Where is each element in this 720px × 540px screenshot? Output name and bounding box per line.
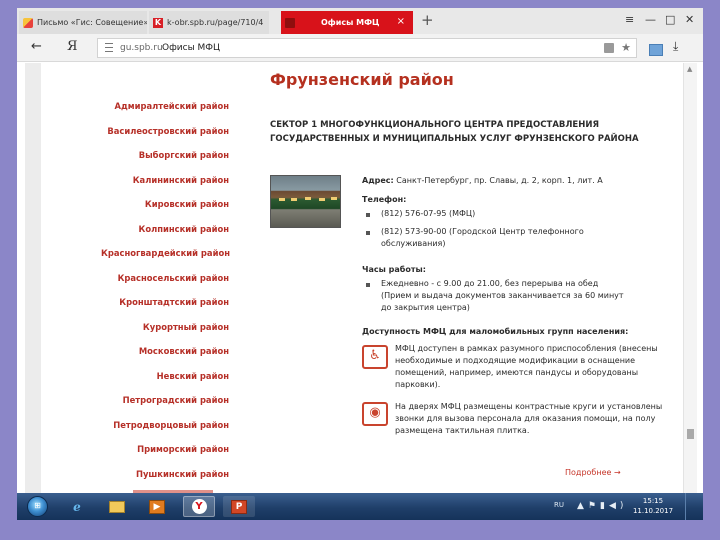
language-indicator[interactable]: RU (554, 501, 564, 509)
clock-time: 15:15 (642, 497, 664, 505)
menu-icon[interactable]: ≡ (625, 13, 634, 26)
new-tab-button[interactable]: + (421, 11, 434, 29)
address-label: Адрес: (362, 176, 394, 185)
yandex-logo[interactable]: Я (67, 39, 78, 54)
district-link[interactable]: Калининский район (101, 173, 229, 198)
district-link[interactable]: Курортный район (101, 320, 229, 345)
district-link[interactable]: Колпинский район (101, 222, 229, 247)
district-link[interactable]: Петродворцовый район (101, 418, 229, 443)
pdf-extension-icon[interactable] (649, 44, 663, 56)
url-field[interactable]: gu.spb.ru Офисы МФЦ ★ (97, 38, 637, 58)
district-link[interactable]: Красносельский район (101, 271, 229, 296)
phone-item: (812) 576-07-95 (МФЦ) (381, 209, 476, 218)
district-link[interactable]: Московский район (101, 344, 229, 369)
sector-title: СЕКТОР 1 МНОГОФУНКЦИОНАЛЬНОГО ЦЕНТРА ПРЕ… (270, 120, 639, 144)
district-link[interactable]: Красногвардейский район (101, 246, 230, 271)
district-link[interactable]: Кировский район (101, 197, 229, 222)
tab-label: Письмо «Гис: Совещение» (37, 18, 147, 27)
show-desktop-button[interactable] (685, 493, 703, 520)
hours-label: Часы работы: (362, 265, 426, 274)
powerpoint-icon: P (231, 499, 247, 514)
taskbar-yandex-browser[interactable]: Y (183, 496, 215, 517)
page-content: Адмиралтейский район Василеостровский ра… (17, 63, 703, 493)
address-bar: ← Я gu.spb.ru Офисы МФЦ ★ ⤓ (17, 34, 703, 62)
page-title: Фрунзенский район (270, 70, 454, 89)
star-icon[interactable]: ★ (621, 41, 631, 54)
windows-logo-icon: ⊞ (34, 501, 41, 510)
url-page-title: Офисы МФЦ (162, 43, 221, 53)
clock[interactable]: 15:15 11.10.2017 (627, 496, 679, 516)
scrollbar[interactable]: ▲ (683, 63, 697, 493)
office-photo (270, 175, 341, 228)
minimize-button[interactable]: — (645, 13, 656, 26)
access-label: Доступность МФЦ для маломобильных групп … (362, 327, 629, 336)
district-link[interactable]: Пушкинский район (101, 467, 229, 492)
page-left-margin (25, 63, 41, 493)
wheelchair-icon: ♿ (362, 345, 388, 369)
phone-item: (812) 573-90-00 (Городской Центр телефон… (381, 227, 584, 248)
taskbar: ⊞ e ▶ Y P RU ▲⚑▮◀) 15:15 11.10.2017 (17, 493, 703, 520)
district-link[interactable]: Петроградский район (101, 393, 229, 418)
address-block: Адрес: Санкт-Петербург, пр. Славы, д. 2,… (362, 175, 662, 187)
mail-favicon-icon (23, 17, 33, 28)
more-details-link[interactable]: Подробнее → (565, 468, 621, 477)
scroll-thumb[interactable] (687, 429, 694, 439)
scroll-up-icon[interactable]: ▲ (687, 65, 692, 73)
browser-window: Письмо «Гис: Совещение» K k-obr.spb.ru/p… (17, 8, 703, 520)
district-link[interactable]: Невский район (101, 369, 229, 394)
start-button[interactable]: ⊞ (27, 496, 48, 517)
internet-explorer-icon: e (73, 499, 81, 514)
tab-bar: Письмо «Гис: Совещение» K k-obr.spb.ru/p… (17, 8, 703, 34)
tab-mfc-offices[interactable]: Офисы МФЦ × (281, 11, 413, 34)
low-vision-icon: ◉ (362, 402, 388, 426)
address-value: Санкт-Петербург, пр. Славы, д. 2, корп. … (396, 176, 603, 185)
access-item-text: На дверях МФЦ размещены контрастные круг… (395, 402, 663, 435)
tab-label: Офисы МФЦ (321, 18, 380, 27)
taskbar-internet-explorer[interactable]: e (61, 496, 93, 517)
bullet-icon (366, 283, 370, 287)
url-domain: gu.spb.ru (120, 43, 163, 53)
access-item-text: МФЦ доступен в рамках разумного приспосо… (395, 344, 658, 389)
clock-date: 11.10.2017 (632, 507, 674, 515)
back-button[interactable]: ← (31, 39, 42, 54)
district-link[interactable]: Кронштадтский район (101, 295, 229, 320)
close-tab-icon[interactable]: × (397, 16, 405, 27)
lock-icon[interactable] (604, 43, 614, 53)
taskbar-powerpoint[interactable]: P (223, 496, 255, 517)
phone-label: Телефон: (362, 195, 407, 204)
district-link[interactable]: Василеостровский район (101, 124, 229, 149)
media-player-icon: ▶ (149, 499, 165, 514)
close-window-button[interactable]: ✕ (685, 13, 694, 26)
yandex-browser-icon: Y (191, 499, 207, 514)
gu-favicon-icon (285, 17, 295, 28)
download-icon[interactable]: ⤓ (673, 39, 678, 54)
phone-list: (812) 576-07-95 (МФЦ) (812) 573-90-00 (Г… (362, 208, 662, 258)
bullet-icon (366, 213, 370, 217)
tab-k-obr[interactable]: K k-obr.spb.ru/page/710/4 (149, 11, 269, 34)
taskbar-media-player[interactable]: ▶ (141, 496, 173, 517)
district-nav: Адмиралтейский район Василеостровский ра… (101, 99, 230, 492)
site-favicon-icon: K (153, 17, 163, 28)
bullet-icon (366, 231, 370, 235)
system-tray-icons[interactable]: ▲⚑▮◀) (577, 501, 627, 511)
tab-label: k-obr.spb.ru/page/710/4 (167, 18, 264, 27)
tab-mail[interactable]: Письмо «Гис: Совещение» (19, 11, 147, 34)
hours-list: Ежедневно - с 9.00 до 21.00, без перерыв… (362, 278, 662, 318)
district-link[interactable]: Адмиралтейский район (101, 99, 230, 124)
taskbar-file-explorer[interactable] (101, 496, 133, 517)
folder-icon (109, 500, 125, 513)
hours-item: Ежедневно - с 9.00 до 21.00, без перерыв… (381, 279, 624, 312)
district-link[interactable]: Приморский район (101, 442, 229, 467)
site-info-icon[interactable] (105, 43, 113, 52)
district-link[interactable]: Выборгский район (101, 148, 229, 173)
maximize-button[interactable]: □ (665, 13, 675, 26)
